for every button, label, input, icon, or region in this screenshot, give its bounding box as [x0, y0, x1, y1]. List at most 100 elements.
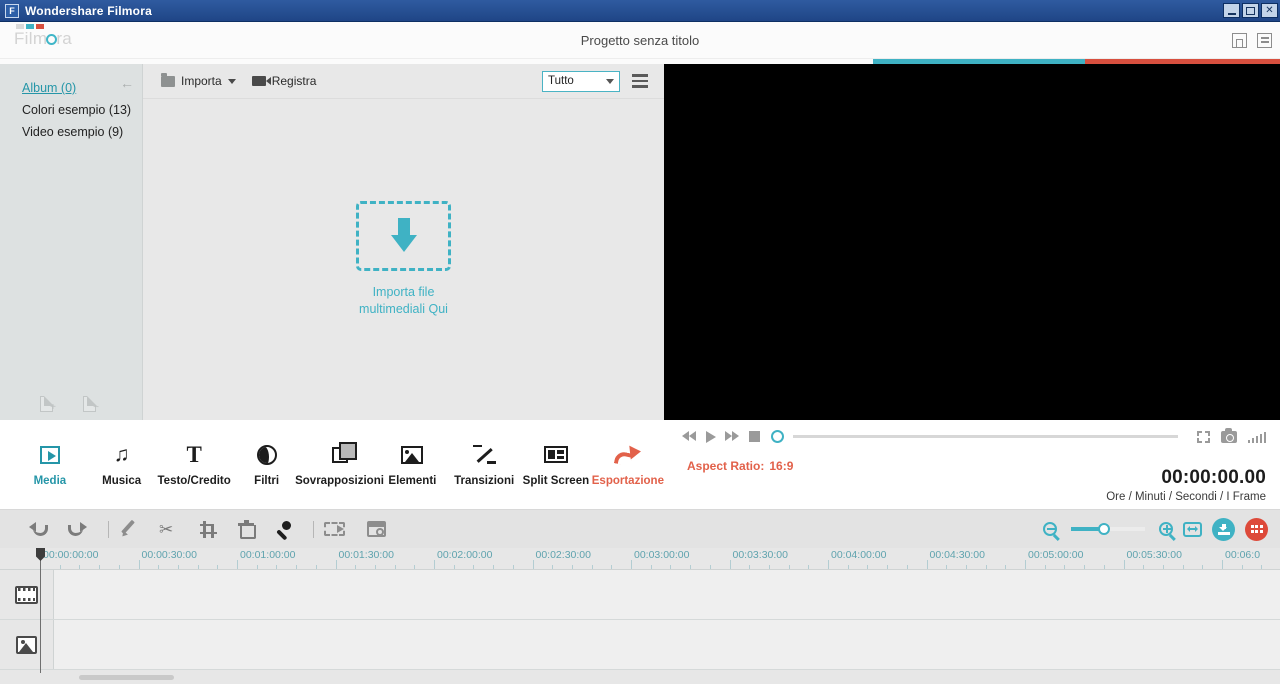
- menu-icon[interactable]: [1257, 32, 1272, 48]
- import-drop-zone[interactable]: Importa file multimediali Qui: [143, 99, 664, 420]
- save-icon[interactable]: [1232, 32, 1247, 48]
- table-row[interactable]: [0, 620, 1280, 670]
- ruler-tick-minor: [158, 565, 160, 569]
- hamburger-icon[interactable]: [632, 74, 648, 88]
- crop-icon[interactable]: [200, 520, 217, 538]
- image-track-header[interactable]: [0, 620, 54, 669]
- project-settings-icon[interactable]: [367, 521, 386, 537]
- record-button[interactable]: Registra: [251, 74, 317, 88]
- fast-forward-icon[interactable]: [725, 431, 740, 442]
- ruler-tick-minor: [965, 565, 967, 569]
- ruler-tick-minor: [118, 565, 120, 569]
- speed-render-icon[interactable]: [324, 522, 345, 536]
- sidebar-item-colori-esempio[interactable]: Colori esempio (13): [0, 99, 142, 121]
- ruler-tick-minor: [985, 565, 987, 569]
- zoom-in-icon[interactable]: [1159, 522, 1173, 536]
- brand-name: Film ra: [14, 30, 72, 47]
- voiceover-mic-icon[interactable]: [275, 520, 291, 538]
- tab-filtri[interactable]: Filtri: [231, 443, 303, 487]
- edit-pencil-icon[interactable]: [119, 519, 137, 538]
- toolbar-divider: [313, 520, 314, 538]
- grid-circle-icon[interactable]: [1245, 517, 1268, 541]
- tab-split-screen[interactable]: Split Screen: [520, 443, 592, 487]
- ruler-tick-minor: [453, 565, 455, 569]
- tab-musica[interactable]: ♫ Musica: [86, 443, 158, 487]
- image-track-body[interactable]: [54, 620, 1280, 669]
- collapse-left-arrow-icon[interactable]: ←: [120, 76, 134, 90]
- ruler-tick-minor: [847, 565, 849, 569]
- ruler-label: 00:04:00:00: [831, 549, 887, 561]
- timeline-horizontal-scrollbar[interactable]: [54, 675, 1280, 684]
- remove-folder-icon[interactable]: −: [83, 395, 99, 413]
- export-arrow-icon: [613, 443, 641, 467]
- ruler-tick-minor: [493, 565, 495, 569]
- sidebar-item-video-esempio[interactable]: Video esempio (9): [0, 121, 142, 143]
- zoom-out-icon[interactable]: [1043, 522, 1057, 536]
- download-arrow-icon: [390, 218, 417, 254]
- ruler-tick-minor: [217, 565, 219, 569]
- media-filter-select[interactable]: Tutto: [542, 70, 620, 92]
- drop-zone-box[interactable]: [356, 201, 451, 271]
- timeline-ruler[interactable]: 00:00:00:00 00:00:30:00 00:01:00:00 00:01:3…: [0, 548, 1280, 673]
- fit-to-timeline-icon[interactable]: [1183, 521, 1202, 537]
- maximize-icon[interactable]: [1242, 3, 1259, 18]
- ruler-tick-minor: [296, 565, 298, 569]
- drop-zone-line1: Importa file: [372, 285, 435, 299]
- aspect-ratio-value[interactable]: 16:9: [769, 459, 793, 473]
- media-filter-value: Tutto: [548, 75, 574, 87]
- import-button[interactable]: Importa: [161, 72, 236, 88]
- ruler-tick-major: [1123, 560, 1125, 569]
- ruler-tick-minor: [788, 565, 790, 569]
- tab-filtri-label: Filtri: [254, 474, 280, 487]
- video-preview[interactable]: [664, 64, 1280, 420]
- ruler-tick-minor: [1202, 565, 1204, 569]
- volume-bars-icon[interactable]: [1247, 431, 1266, 443]
- ruler-tick-major: [138, 560, 140, 569]
- zoom-slider[interactable]: [1071, 522, 1145, 535]
- video-track-body[interactable]: [54, 570, 1280, 619]
- scrubber-track[interactable]: [793, 435, 1178, 438]
- record-label: Registra: [271, 74, 317, 88]
- tab-transizioni[interactable]: Transizioni: [448, 443, 520, 487]
- tab-testo-credito[interactable]: T Testo/Credito: [158, 443, 231, 487]
- video-track-header[interactable]: [0, 570, 54, 619]
- tab-elementi-label: Elementi: [388, 474, 437, 487]
- ruler-tick-minor: [1182, 565, 1184, 569]
- rewind-icon[interactable]: [682, 431, 697, 442]
- add-folder-icon[interactable]: +: [40, 395, 56, 413]
- play-icon[interactable]: [706, 430, 716, 443]
- tab-media[interactable]: Media: [14, 443, 86, 487]
- snapshot-camera-icon[interactable]: [1220, 427, 1237, 443]
- delete-trash-icon[interactable]: [238, 520, 256, 539]
- sidebar-folder-actions: + −: [0, 395, 99, 413]
- ruler-label: 00:03:00:00: [634, 549, 690, 561]
- save-circle-icon[interactable]: [1212, 517, 1235, 541]
- ruler-tick-minor: [906, 565, 908, 569]
- title-bar: F Wondershare Filmora ✕: [0, 0, 1280, 22]
- close-icon[interactable]: ✕: [1261, 3, 1278, 18]
- ruler-tick-major: [1025, 560, 1026, 569]
- tab-sovrapposizioni[interactable]: Sovrapposizioni: [295, 441, 384, 487]
- import-label: Importa: [181, 74, 222, 88]
- playhead[interactable]: [40, 548, 41, 673]
- table-row[interactable]: [0, 570, 1280, 620]
- brand-prefix: Film: [14, 29, 48, 48]
- undo-icon[interactable]: [29, 522, 48, 536]
- redo-icon[interactable]: [68, 522, 87, 536]
- fullscreen-icon[interactable]: [1196, 430, 1210, 443]
- media-icon: [37, 443, 62, 473]
- ruler-label: 00:05:00:00: [1028, 549, 1084, 561]
- split-scissors-icon[interactable]: ✂: [159, 521, 178, 538]
- ruler-gutter: [0, 548, 40, 569]
- tab-esportazione[interactable]: Esportazione: [592, 443, 664, 487]
- scrubber-handle[interactable]: [771, 430, 784, 443]
- minimize-icon[interactable]: [1223, 3, 1240, 18]
- chevron-down-icon: [227, 78, 236, 84]
- image-icon: [401, 443, 424, 467]
- tab-elementi[interactable]: Elementi: [377, 443, 449, 487]
- camera-icon: [251, 76, 271, 86]
- timecode-display: 00:00:00.00 Ore / Minuti / Secondi / I F…: [1106, 467, 1266, 503]
- filmora-f-icon: F: [5, 3, 19, 18]
- ruler-tick-minor: [591, 565, 593, 569]
- stop-icon[interactable]: [749, 431, 760, 442]
